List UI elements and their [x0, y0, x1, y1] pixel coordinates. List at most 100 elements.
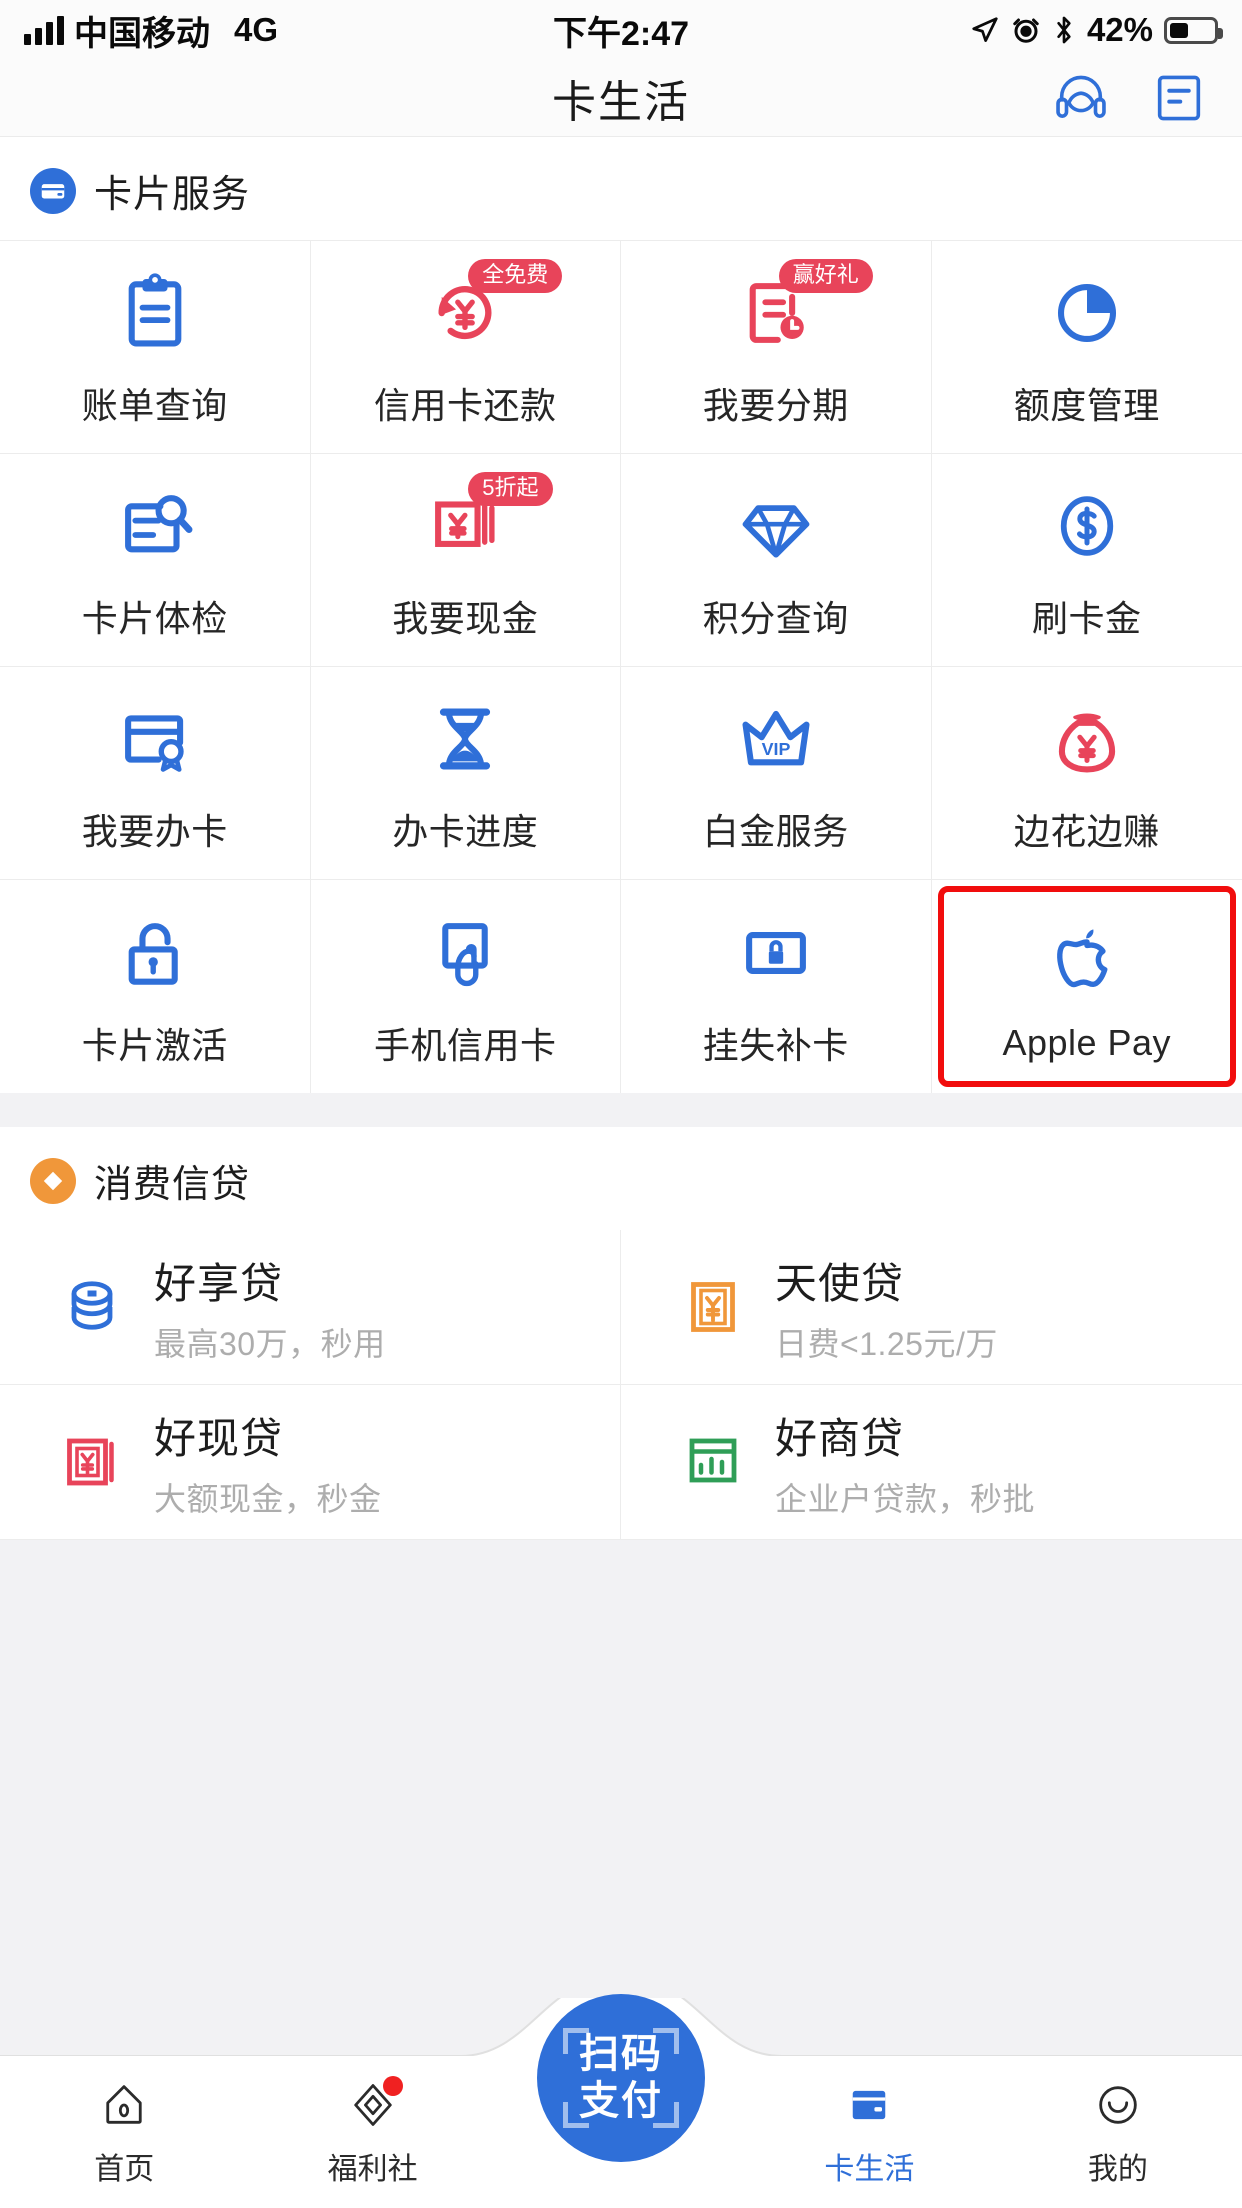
loan-item-haoshangdai[interactable]: 好商贷 企业户贷款，秒批 [621, 1385, 1242, 1540]
grid-item-installment[interactable]: 赢好礼 我要分期 [621, 241, 932, 454]
status-bar-right: 42% [970, 11, 1223, 49]
grid-item-label: Apple Pay [1002, 1021, 1172, 1063]
loan-text: 好商贷 企业户贷款，秒批 [775, 1405, 1035, 1520]
loan-desc: 日费<1.25元/万 [775, 1325, 998, 1362]
grid-item-label: 卡片体检 [81, 598, 228, 639]
diamond-icon [30, 1157, 76, 1204]
tab-label: 我的 [1087, 2153, 1148, 2186]
customer-service-icon[interactable] [1052, 69, 1110, 127]
credit-card-icon [30, 167, 76, 214]
tab-label: 首页 [94, 2153, 155, 2186]
icon-container [112, 478, 198, 574]
apple-icon [1056, 928, 1108, 987]
section-title: 消费信贷 [94, 1164, 251, 1206]
icon-container [1044, 691, 1130, 787]
section-header-consumer-credit: 消费信贷 [0, 1127, 1242, 1230]
loan-item-haoxiandai[interactable]: 好现贷 大额现金，秒金 [0, 1385, 621, 1540]
tab-label: 福利社 [327, 2153, 418, 2186]
loan-text: 好现贷 大额现金，秒金 [154, 1405, 382, 1520]
grid-item-points-query[interactable]: 积分查询 [621, 454, 932, 667]
tab-mine[interactable]: 我的 [994, 2056, 1242, 2208]
vip-crown-icon: VIP [742, 710, 810, 766]
grid-item-label: 积分查询 [702, 598, 849, 639]
icon-container [112, 905, 198, 1001]
loan-name: 天使贷 [775, 1259, 905, 1307]
section-divider [0, 1093, 1242, 1127]
scan-corner-br [653, 2102, 679, 2128]
card-services-grid: 账单查询 全免费 信用卡还款 赢好礼 我要分期 额度管理 卡片体检 5折起 我要… [0, 240, 1242, 1093]
header-actions [1052, 69, 1208, 127]
grid-item-swipe-cashback[interactable]: 刷卡金 [931, 454, 1242, 667]
promo-badge: 全免费 [468, 259, 563, 294]
grid-item-label: 卡片激活 [81, 1024, 228, 1066]
scan-corner-tr [653, 2028, 679, 2054]
grid-item-label: 我要分期 [702, 385, 849, 426]
icon-container: 全免费 [422, 259, 563, 361]
app-header: 卡生活 [0, 60, 1242, 137]
loan-name: 好享贷 [154, 1259, 284, 1307]
grid-item-card-checkup[interactable]: 卡片体检 [0, 454, 311, 667]
message-icon[interactable] [1150, 69, 1208, 127]
grid-item-credit-card-repayment[interactable]: 全免费 信用卡还款 [310, 241, 621, 454]
tab-welfare[interactable]: 福利社 [248, 2056, 496, 2208]
svg-text:VIP: VIP [761, 739, 790, 759]
bluetooth-icon [1057, 16, 1071, 44]
unlock-icon [128, 922, 178, 985]
grid-item-apply-card[interactable]: 我要办卡 [0, 667, 311, 880]
tab-home[interactable]: 首页 [0, 2056, 248, 2208]
lock-card-icon [745, 931, 806, 974]
grid-item-label: 手机信用卡 [373, 1024, 557, 1066]
tab-card-life[interactable]: 卡生活 [745, 2056, 993, 2208]
promo-badge: 赢好礼 [778, 259, 873, 294]
banknote-icon [691, 1282, 735, 1332]
icon-container: 5折起 [422, 472, 553, 574]
loan-name: 好现贷 [154, 1414, 284, 1462]
loan-item-haoxiangdai[interactable]: 好享贷 最高30万，秒用 [0, 1230, 621, 1385]
banknote-red-icon [67, 1438, 114, 1486]
gift-icon [347, 2076, 403, 2134]
loan-desc: 最高30万，秒用 [154, 1325, 386, 1362]
grid-item-label: 白金服务 [702, 811, 849, 852]
icon-container [1044, 478, 1130, 574]
grid-item-credit-limit[interactable]: 额度管理 [931, 241, 1242, 454]
icon-container [422, 905, 508, 1001]
grid-item-platinum-service[interactable]: VIP 白金服务 [621, 667, 932, 880]
section-title: 卡片服务 [94, 174, 251, 216]
network-type-label: 4G [234, 11, 279, 48]
grid-item-label: 我要办卡 [81, 811, 228, 852]
grid-item-cash[interactable]: 5折起 我要现金 [310, 454, 621, 667]
icon-container [1044, 265, 1130, 361]
scan-corner-bl [563, 2102, 589, 2128]
icon-container [112, 691, 198, 787]
icon-container [1044, 910, 1130, 1006]
grid-item-card-activation[interactable]: 卡片激活 [0, 880, 311, 1093]
grid-item-label: 账单查询 [81, 385, 228, 426]
grid-item-mobile-credit-card[interactable]: 手机信用卡 [311, 880, 621, 1093]
promo-badge: 5折起 [468, 472, 553, 507]
loan-item-tianshidai[interactable]: 天使贷 日费<1.25元/万 [621, 1230, 1242, 1385]
loan-text: 好享贷 最高30万，秒用 [154, 1250, 386, 1365]
icon-container: VIP [733, 691, 819, 787]
grid-item-apple-pay[interactable]: Apple Pay [932, 880, 1242, 1093]
grid-item-bill-query[interactable]: 账单查询 [0, 241, 311, 454]
icon-container [112, 265, 198, 361]
grid-item-label: 边花边赚 [1013, 811, 1160, 852]
diamond-icon [742, 505, 810, 558]
card-search-icon [124, 495, 193, 553]
icon-container: 赢好礼 [733, 259, 873, 361]
scan-pay-line2: 支付 [579, 2079, 663, 2123]
section-header-card-services: 卡片服务 [0, 137, 1242, 240]
clipboard-icon [128, 273, 182, 347]
scan-pay-button[interactable]: 扫码 支付 [537, 1994, 705, 2162]
hourglass-icon [440, 708, 491, 770]
status-bar: 中国移动 4G 下午2:47 42% [0, 0, 1242, 60]
grid-item-label: 办卡进度 [392, 811, 539, 852]
grid-item-spend-earn[interactable]: 边花边赚 [931, 667, 1242, 880]
card-icon [843, 2076, 895, 2134]
grid-item-report-lost-card[interactable]: 挂失补卡 [621, 880, 932, 1093]
grid-item-label: 刷卡金 [1031, 598, 1142, 639]
consumer-credit-grid: 好享贷 最高30万，秒用 天使贷 日费<1.25元/万 好现贷 大额现金，秒金 … [0, 1230, 1242, 1540]
icon-container [422, 691, 508, 787]
grid-item-application-progress[interactable]: 办卡进度 [310, 667, 621, 880]
grid-item-label: 挂失补卡 [702, 1024, 849, 1066]
